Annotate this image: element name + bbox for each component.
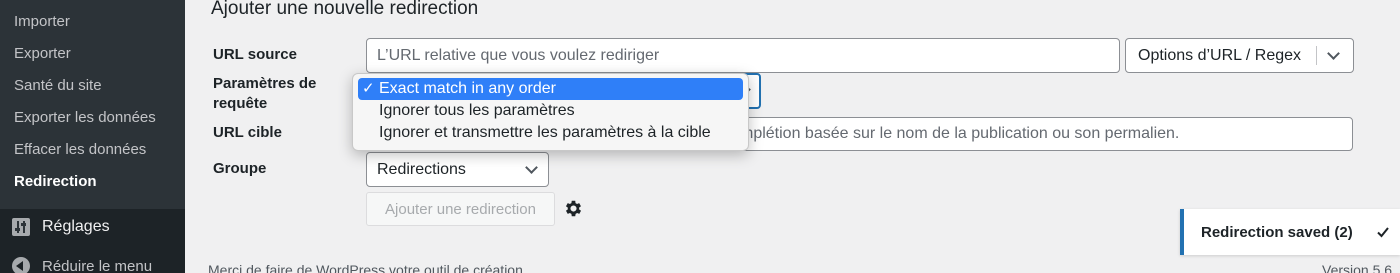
collapse-arrow-icon bbox=[12, 257, 30, 273]
sidebar-item-label: Réglages bbox=[42, 218, 110, 235]
target-url-label: URL cible bbox=[213, 124, 282, 141]
source-url-label: URL source bbox=[213, 46, 297, 63]
submenu-item-export-data[interactable]: Exporter les données bbox=[14, 109, 156, 126]
dropdown-option-ignore-pass[interactable]: Ignorer et transmettre les paramètres à … bbox=[358, 122, 743, 144]
query-params-label-line1: Paramètres de bbox=[213, 75, 317, 92]
source-url-input[interactable]: L’URL relative que vous voulez rediriger bbox=[366, 38, 1120, 73]
group-label: Groupe bbox=[213, 160, 267, 177]
dropdown-option-exact-match[interactable]: ✓ Exact match in any order bbox=[358, 78, 743, 100]
query-params-label: Paramètres de requête bbox=[213, 74, 316, 114]
sidebar-item-settings[interactable]: Réglages bbox=[12, 218, 110, 236]
collapse-menu-button[interactable]: Réduire le menu bbox=[12, 257, 152, 273]
url-options-value: Options d’URL / Regex bbox=[1138, 46, 1302, 64]
settings-sliders-icon bbox=[12, 218, 30, 236]
group-select-value: Redirections bbox=[377, 160, 466, 178]
admin-sidebar: Importer Exporter Santé du site Exporter… bbox=[0, 0, 185, 273]
select-divider bbox=[1316, 46, 1317, 65]
chevron-down-icon bbox=[1327, 47, 1340, 60]
group-select[interactable]: Redirections bbox=[366, 152, 549, 187]
source-url-placeholder: L’URL relative que vous voulez rediriger bbox=[377, 46, 660, 64]
url-options-select[interactable]: Options d’URL / Regex bbox=[1125, 38, 1354, 73]
submenu-item-redirection[interactable]: Redirection bbox=[14, 173, 97, 190]
option-label: Ignorer et transmettre les paramètres à … bbox=[379, 124, 711, 141]
checkmark-icon bbox=[1377, 227, 1389, 238]
submenu-item-importer[interactable]: Importer bbox=[14, 13, 70, 30]
option-label: Exact match in any order bbox=[379, 80, 556, 97]
submenu-item-exporter[interactable]: Exporter bbox=[14, 45, 71, 62]
gear-icon[interactable] bbox=[563, 198, 584, 219]
page-title: Ajouter une nouvelle redirection bbox=[211, 0, 479, 19]
dropdown-option-ignore-all[interactable]: Ignorer tous les paramètres bbox=[358, 100, 743, 122]
query-params-label-line2: requête bbox=[213, 95, 268, 112]
chevron-down-icon bbox=[525, 161, 538, 174]
submenu-item-site-health[interactable]: Santé du site bbox=[14, 77, 102, 94]
notice-text: Redirection saved (2) bbox=[1201, 223, 1353, 241]
checkmark-icon: ✓ bbox=[362, 80, 375, 97]
option-label: Ignorer tous les paramètres bbox=[379, 102, 575, 119]
query-params-dropdown: ✓ Exact match in any order Ignorer tous … bbox=[352, 73, 749, 151]
submenu-item-erase-data[interactable]: Effacer les données bbox=[14, 141, 146, 158]
collapse-menu-label: Réduire le menu bbox=[42, 257, 153, 273]
target-url-placeholder: mplétion basée sur le nom de la publicat… bbox=[740, 125, 1180, 142]
add-redirection-button[interactable]: Ajouter une redirection bbox=[366, 192, 555, 226]
saved-notice[interactable]: Redirection saved (2) bbox=[1180, 209, 1400, 255]
tools-submenu: Importer Exporter Santé du site Exporter… bbox=[0, 0, 185, 209]
footer-credit: Merci de faire de WordPress votre outil … bbox=[208, 262, 527, 273]
footer-version: Version 5.6 bbox=[1322, 262, 1393, 273]
